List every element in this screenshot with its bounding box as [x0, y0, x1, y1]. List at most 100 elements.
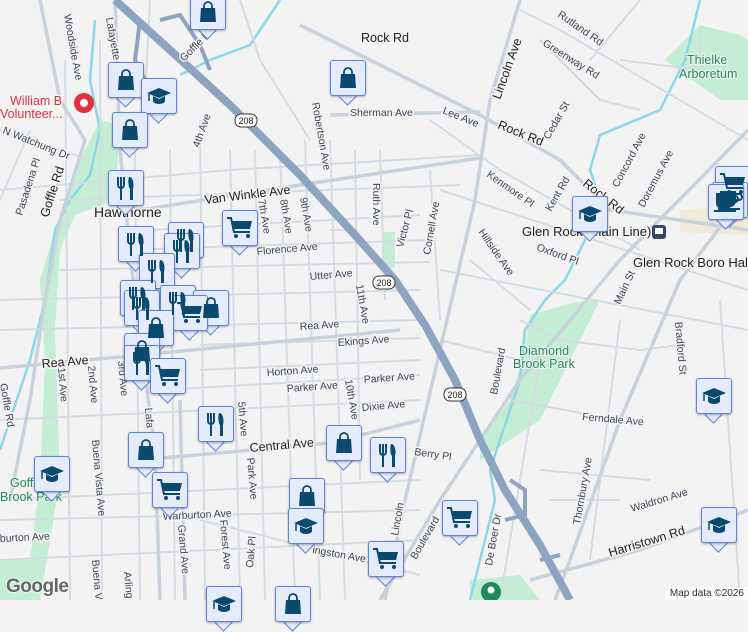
- label-lee-ave: Lee Ave: [441, 105, 481, 130]
- shopping-marker[interactable]: [275, 586, 311, 632]
- shopping-marker[interactable]: [330, 60, 366, 106]
- label-utter-ave: Utter Ave: [309, 267, 353, 283]
- school-icon: [701, 507, 737, 543]
- shopping-marker[interactable]: [112, 112, 148, 158]
- grocery-icon: [222, 210, 258, 246]
- restaurant-marker[interactable]: [108, 170, 144, 216]
- label-bradford-st: Bradford St: [672, 321, 689, 375]
- label-9th-ave: 9th Ave: [297, 196, 315, 233]
- label-ferndale-ave: Ferndale Ave: [582, 411, 645, 428]
- shopping-marker[interactable]: [326, 425, 362, 471]
- label-william-b-poi[interactable]: Volunteer...: [0, 106, 64, 123]
- label-berry-pl: Berry Pl: [414, 446, 453, 463]
- grocery-marker[interactable]: [172, 295, 208, 341]
- label-buena-vista-ave: Buena Vista Ave: [89, 439, 108, 517]
- school-icon: [34, 456, 70, 492]
- school-marker[interactable]: [34, 456, 70, 502]
- grocery-marker[interactable]: [150, 358, 186, 404]
- label-ekings-ave: Ekings Ave: [337, 333, 390, 349]
- label-thielke-arboretum[interactable]: Thielke: [686, 52, 728, 68]
- label-lafayette: Lafayette: [103, 16, 122, 61]
- label-buena-vista-ave: Buena V: [89, 559, 104, 600]
- label-11th-ave: 11th Ave: [353, 283, 372, 325]
- label-parker-ave: Parker Ave: [363, 370, 415, 386]
- school-icon: [206, 586, 242, 622]
- label-harristown-rd: Harristown Rd: [607, 523, 687, 560]
- school-icon: [141, 78, 177, 114]
- label-thielke-arboretum[interactable]: Arboretum: [678, 66, 738, 82]
- label-arlington-ave: Arling: [121, 571, 135, 599]
- shopping-marker[interactable]: [128, 432, 164, 478]
- label-doremus-ave: Doremus Ave: [636, 148, 676, 209]
- school-icon: [288, 508, 324, 544]
- grocery-icon: [442, 500, 478, 536]
- route-208-shield-1: 208: [238, 116, 253, 126]
- school-marker[interactable]: [288, 508, 324, 554]
- restaurant-marker[interactable]: [370, 437, 406, 483]
- label-rock-rd: Rock Rd: [361, 31, 409, 45]
- shopping-icon: [326, 425, 362, 461]
- label-robertson-ave: Robertson Ave: [309, 101, 333, 171]
- label-sherman-ave: Sherman Ave: [350, 107, 413, 119]
- label-rock-rd: Rock Rd: [496, 118, 546, 149]
- grocery-icon: [152, 472, 188, 508]
- label-glen-rock-boro-hall[interactable]: Glen Rock Boro Hall: [632, 254, 748, 272]
- grocery-marker[interactable]: [152, 472, 188, 518]
- cafe-marker[interactable]: [708, 184, 744, 230]
- restaurant-marker[interactable]: [198, 406, 234, 452]
- restaurant-icon: [370, 437, 406, 473]
- label-oak-pl: Oak Pl: [244, 536, 259, 568]
- label-cedar-st: Cedar St: [541, 100, 572, 142]
- label-kent-rd: Kent Rd: [543, 175, 572, 214]
- label-concord-ave: Concord Ave: [610, 131, 649, 190]
- hospital-pin-icon[interactable]: [74, 93, 94, 113]
- label-thornbury-ave: Thornbury Ave: [571, 456, 595, 525]
- school-marker[interactable]: [572, 196, 608, 242]
- school-icon: [696, 378, 732, 414]
- label-park-ave: Park Ave: [244, 457, 260, 500]
- label-diamond-brook-park[interactable]: Brook Park: [512, 356, 577, 372]
- label-lincoln: Lincoln: [389, 502, 407, 537]
- shopping-icon: [112, 112, 148, 148]
- map-attribution[interactable]: Map data ©2026: [665, 587, 748, 600]
- shopping-marker[interactable]: [190, 0, 226, 40]
- label-cornell-ave: Cornell Ave: [421, 201, 442, 256]
- label-main-st: Main St: [612, 269, 638, 306]
- grocery-marker[interactable]: [222, 210, 258, 256]
- shopping-icon: [108, 62, 144, 98]
- label-1st-ave: 1st Ave: [55, 367, 70, 402]
- school-marker[interactable]: [206, 586, 242, 632]
- label-5th-ave: 5th Ave: [235, 401, 250, 437]
- label-boulevard: Boulevard: [488, 347, 508, 396]
- school-marker[interactable]: [701, 507, 737, 553]
- label-n-watchung-dr: N Watchung Dr: [1, 125, 72, 163]
- label-rea-ave: Rea Ave: [299, 318, 339, 333]
- grocery-icon: [172, 295, 208, 331]
- label-diamond-brook-park[interactable]: Diamond: [518, 343, 570, 359]
- label-waldron-ave: Waldron Ave: [629, 486, 689, 515]
- shopping-marker[interactable]: [108, 62, 144, 108]
- restaurant-icon: [108, 170, 144, 206]
- label-lafayette: Lafa: [142, 407, 156, 429]
- label-8th-ave: 8th Ave: [277, 198, 295, 235]
- label-william-b-poi[interactable]: William B: [9, 93, 64, 110]
- park-area-bottom: [470, 575, 540, 600]
- transit-station-icon[interactable]: [652, 225, 666, 239]
- grocery-marker[interactable]: [442, 500, 478, 546]
- route-208-shield-2: 208: [376, 278, 391, 288]
- grocery-icon: [368, 541, 404, 577]
- shopping-icon: [190, 0, 226, 30]
- cafe-icon: [708, 184, 744, 220]
- label-dixie-ave: Dixie Ave: [361, 398, 406, 414]
- grocery-icon: [150, 358, 186, 394]
- route-208-shield-3: 208: [447, 390, 462, 400]
- school-marker[interactable]: [696, 378, 732, 424]
- label-oxford-pl: Oxford Pl: [535, 242, 580, 268]
- label-ruth-ave: Ruth Ave: [370, 183, 382, 226]
- grocery-marker[interactable]: [368, 541, 404, 587]
- restaurant-icon: [198, 406, 234, 442]
- shopping-icon: [128, 432, 164, 468]
- label-4th-ave: 4th Ave: [191, 112, 214, 149]
- label-parker-ave: Parker Ave: [286, 379, 338, 395]
- shopping-icon: [275, 586, 311, 622]
